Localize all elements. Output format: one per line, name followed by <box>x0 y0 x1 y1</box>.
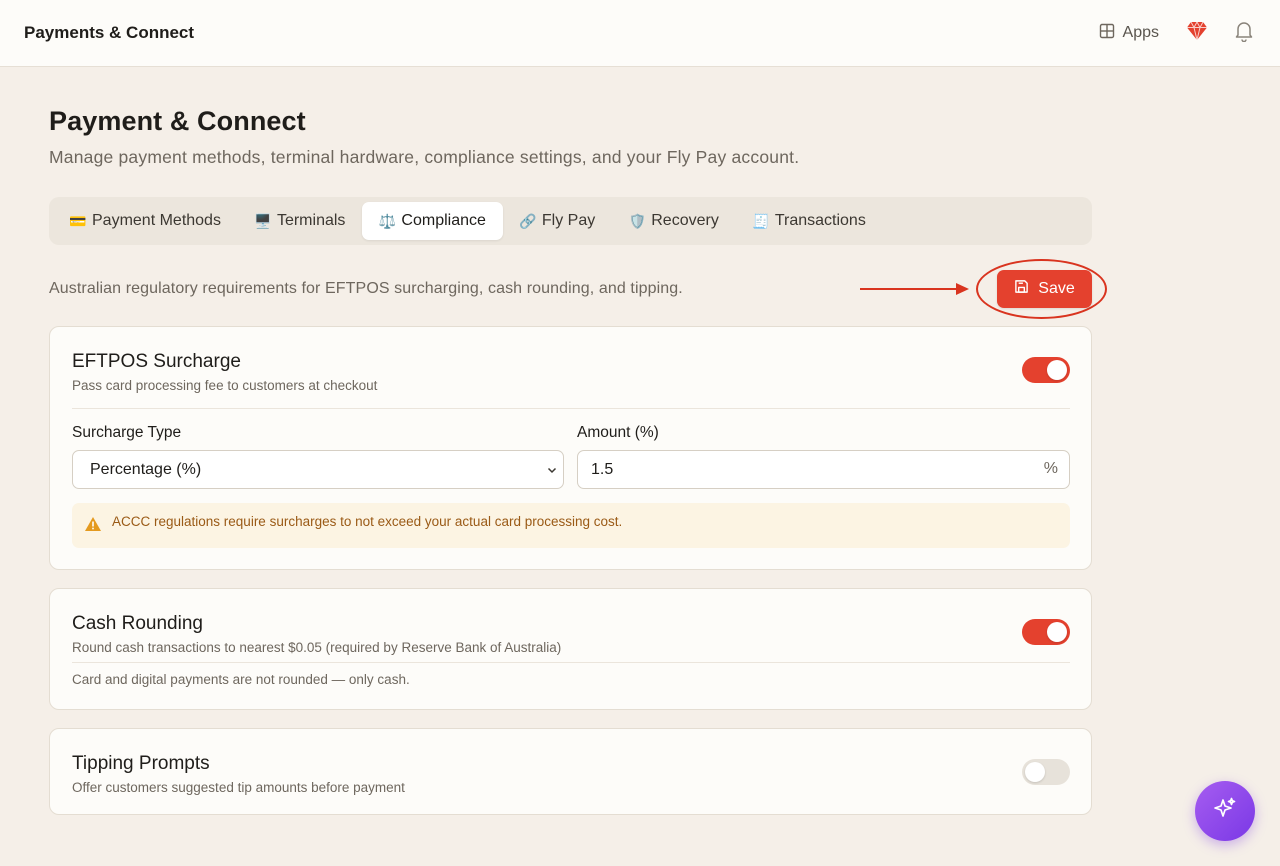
divider <box>72 662 1070 663</box>
tab-terminals[interactable]: 🖥️ Terminals <box>238 202 362 240</box>
bell-icon <box>1234 20 1254 47</box>
page-subtitle: Manage payment methods, terminal hardwar… <box>49 147 800 167</box>
save-icon <box>1014 279 1029 299</box>
cash-rounding-title: Cash Rounding <box>72 613 203 634</box>
tab-fly-pay[interactable]: 🔗 Fly Pay <box>503 202 612 240</box>
amount-label: Amount (%) <box>577 424 659 441</box>
tipping-header: Tipping Prompts Offer customers suggeste… <box>72 753 405 795</box>
tab-transactions[interactable]: 🧾 Transactions <box>736 202 883 240</box>
tipping-toggle[interactable] <box>1022 759 1070 785</box>
surcharge-type-label: Surcharge Type <box>72 424 182 441</box>
app-title: Payments & Connect <box>24 23 195 42</box>
surcharge-type-value: Percentage (%) <box>90 460 202 478</box>
gem-button[interactable] <box>1185 20 1209 46</box>
notifications-button[interactable] <box>1232 21 1256 45</box>
toggle-knob <box>1047 622 1067 642</box>
tab-label: Payment Methods <box>92 212 221 229</box>
divider <box>72 408 1070 409</box>
surcharge-header: EFTPOS Surcharge Pass card processing fe… <box>72 351 377 393</box>
tipping-prompts-card: Tipping Prompts Offer customers suggeste… <box>49 728 1092 815</box>
sparkles-icon <box>1212 796 1238 827</box>
tab-label: Compliance <box>401 212 486 229</box>
main-content: Payment & Connect Manage payment methods… <box>49 106 1107 815</box>
shield-icon: 🛡️ <box>628 212 646 229</box>
percent-suffix: % <box>1043 460 1058 477</box>
page-title: Payment & Connect <box>49 106 306 136</box>
save-button[interactable]: Save <box>997 270 1092 308</box>
balance-scale-icon: ⚖️ <box>378 212 397 229</box>
toggle-knob <box>1047 360 1067 380</box>
tab-label: Terminals <box>276 212 346 229</box>
surcharge-title: EFTPOS Surcharge <box>72 351 241 372</box>
tab-label: Recovery <box>651 212 719 229</box>
tab-payment-methods[interactable]: 💳 Payment Methods <box>53 202 238 240</box>
cash-rounding-header: Cash Rounding Round cash transactions to… <box>72 613 561 655</box>
gem-icon <box>1186 20 1208 46</box>
surcharge-description: Pass card processing fee to customers at… <box>72 378 378 393</box>
topbar-actions: Apps <box>1099 20 1256 46</box>
eftpos-surcharge-card: EFTPOS Surcharge Pass card processing fe… <box>49 326 1092 570</box>
tab-label: Fly Pay <box>541 212 596 229</box>
cash-rounding-toggle[interactable] <box>1022 619 1070 645</box>
save-label: Save <box>1038 280 1075 297</box>
warning-triangle-icon <box>84 516 102 535</box>
apps-button[interactable]: Apps <box>1099 23 1159 44</box>
top-bar: Payments & Connect Apps <box>0 0 1280 67</box>
tab-label: Transactions <box>774 212 866 229</box>
link-icon: 🔗 <box>519 212 537 229</box>
tab-recovery[interactable]: 🛡️ Recovery <box>612 202 736 240</box>
cash-rounding-note: Card and digital payments are not rounde… <box>72 672 410 687</box>
annotation-arrow-icon <box>860 283 969 295</box>
toggle-knob <box>1025 762 1045 782</box>
warning-text: ACCC regulations require surcharges to n… <box>112 514 623 529</box>
apps-grid-icon <box>1099 23 1115 44</box>
surcharge-toggle[interactable] <box>1022 357 1070 383</box>
tab-compliance[interactable]: ⚖️ Compliance <box>362 202 503 240</box>
receipt-icon: 🧾 <box>752 212 770 229</box>
cash-rounding-description: Round cash transactions to nearest $0.05… <box>72 640 562 655</box>
apps-label: Apps <box>1122 24 1159 41</box>
desktop-computer-icon: 🖥️ <box>254 212 272 229</box>
tab-bar: 💳 Payment Methods 🖥️ Terminals ⚖️ Compli… <box>49 197 1092 245</box>
compliance-description: Australian regulatory requirements for E… <box>49 280 683 297</box>
surcharge-type-select[interactable]: Percentage (%) <box>72 450 564 489</box>
tipping-title: Tipping Prompts <box>72 753 210 774</box>
amount-value: 1.5 <box>591 460 614 478</box>
amount-input[interactable]: 1.5 % <box>577 450 1070 489</box>
ai-assistant-button[interactable] <box>1195 781 1255 841</box>
chevron-down-icon <box>546 463 558 481</box>
tipping-description: Offer customers suggested tip amounts be… <box>72 780 405 795</box>
accc-warning: ACCC regulations require surcharges to n… <box>72 503 1070 548</box>
credit-card-icon: 💳 <box>69 212 87 229</box>
cash-rounding-card: Cash Rounding Round cash transactions to… <box>49 588 1092 710</box>
